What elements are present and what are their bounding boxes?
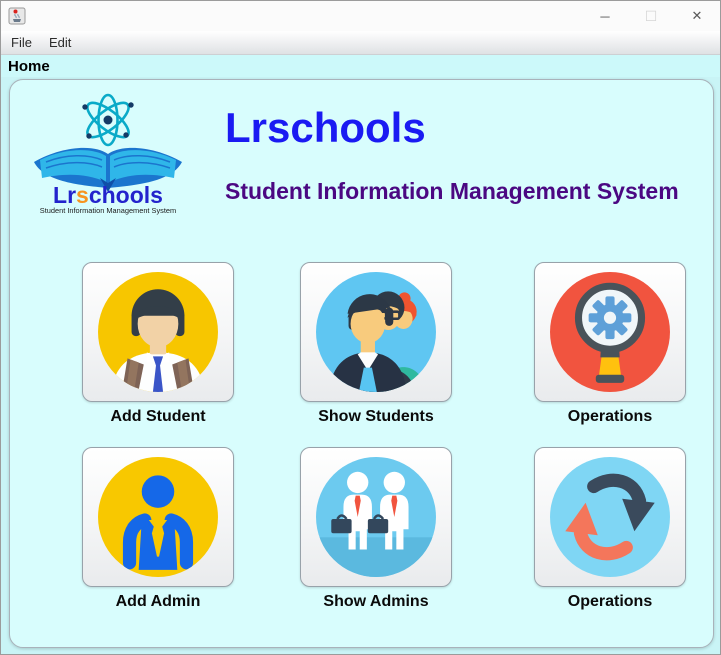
minimize-button[interactable]: ─ (582, 1, 628, 31)
operations-search-label: Operations (567, 408, 653, 425)
java-app-icon (8, 7, 26, 25)
title-bar: ─ ☐ ✕ (1, 1, 720, 31)
tile-show-admins: Show Admins (300, 447, 452, 611)
student-icon (98, 272, 218, 392)
home-label: Home (8, 57, 50, 75)
show-students-button[interactable] (300, 262, 452, 402)
page-subtitle: Student Information Management System (225, 178, 679, 204)
tile-show-students: Show Students (300, 262, 452, 426)
menu-file[interactable]: File (4, 33, 39, 52)
page-title: Lrschools (225, 104, 426, 151)
logo-brand-text: Lrschools (53, 182, 163, 208)
show-students-label: Show Students (318, 408, 434, 425)
tile-operations-sync: Operations (534, 447, 686, 611)
admins-group-icon (316, 457, 436, 577)
add-admin-button[interactable] (82, 447, 234, 587)
tile-add-student: Add Student (82, 262, 234, 426)
lrschools-logo: Lrschools Student Information Management… (34, 93, 182, 215)
operations-sync-button[interactable] (534, 447, 686, 587)
menu-edit[interactable]: Edit (42, 33, 78, 52)
app-window: ─ ☐ ✕ File Edit Home Lrschools Student I… (0, 0, 721, 655)
add-student-button[interactable] (82, 262, 234, 402)
gear-magnifier-icon (550, 272, 670, 392)
show-admins-label: Show Admins (323, 593, 429, 610)
home-header: Home (1, 55, 720, 77)
tile-operations-search: Operations (534, 262, 686, 426)
add-student-label: Add Student (110, 408, 206, 425)
add-admin-label: Add Admin (115, 593, 201, 610)
logo-tagline: Student Information Management System (40, 206, 176, 215)
atom-icon (82, 93, 134, 147)
main-panel: Lrschools Student Information Management… (9, 79, 714, 648)
main-content: Lrschools Student Information Management… (2, 77, 719, 653)
students-group-icon (316, 272, 436, 392)
operations-search-button[interactable] (534, 262, 686, 402)
close-button[interactable]: ✕ (674, 1, 720, 31)
sync-arrows-icon (550, 457, 670, 577)
admin-icon (98, 457, 218, 577)
operations-sync-label: Operations (567, 593, 653, 610)
menu-bar: File Edit (1, 31, 720, 55)
show-admins-button[interactable] (300, 447, 452, 587)
window-controls: ─ ☐ ✕ (582, 1, 720, 31)
maximize-button[interactable]: ☐ (628, 1, 674, 31)
tile-add-admin: Add Admin (82, 447, 234, 611)
